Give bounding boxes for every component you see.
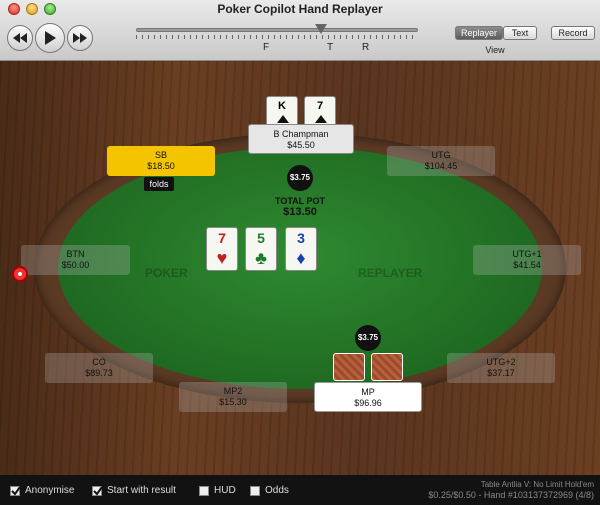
spade-icon [315,115,327,123]
anonymise-label: Anonymise [25,485,75,496]
play-button[interactable] [35,23,65,53]
odds-label: Odds [265,485,289,496]
slider-ticks [136,35,418,39]
table-name: Table Antlia V: No Limit Hold'em [480,480,594,489]
hero-bet-chip: $3.75 [355,325,381,351]
seat-utg-plus-2[interactable]: UTG+2 $37.17 [447,353,555,383]
slider-knob[interactable] [315,24,327,34]
seat-utg[interactable]: UTG $104.45 [387,146,495,176]
total-pot-value: $13.50 [283,206,317,218]
hero-card-back-2 [371,353,403,381]
club-icon: ♣ [255,248,267,268]
board-card-1: 7 ♥ [206,227,238,271]
hero-card-back-1 [333,353,365,381]
seat-mp-hero[interactable]: MP $96.96 [314,382,422,412]
watermark-right: REPLAYER [358,266,423,280]
window-title: Poker Copilot Hand Replayer [217,2,383,16]
anonymise-checkbox[interactable] [10,486,21,496]
action-badge: folds [144,177,174,191]
street-marker-flop: F [263,42,270,53]
bet-chip: $3.75 [287,165,313,191]
rewind-icon [13,33,27,43]
fast-forward-button[interactable] [67,25,93,51]
dealer-button-icon [12,266,28,282]
total-pot-label: TOTAL POT [274,196,325,206]
seat-b-champman[interactable]: B Champman $45.50 [248,124,354,154]
tab-replayer[interactable]: Replayer [455,26,503,40]
heart-icon: ♥ [216,248,228,268]
fast-forward-icon [73,33,87,43]
play-icon [45,31,56,45]
seat-sb[interactable]: SB $18.50 [107,146,215,176]
view-label: View [485,45,505,55]
poker-table-area: POKER REPLAYER K 7 B Champman $45.50 SB … [0,61,600,475]
hud-checkbox[interactable] [199,486,209,496]
odds-checkbox[interactable] [250,486,260,496]
watermark-left: POKER [145,266,188,280]
footer-bar: Anonymise Start with result HUD Odds Tab… [0,475,600,505]
spade-icon [277,115,289,123]
diamond-icon: ♦ [296,248,306,268]
record-button[interactable]: Record [551,26,595,40]
start-with-result-checkbox[interactable] [92,486,103,496]
start-with-result-label: Start with result [107,485,176,496]
board-card-2: 5 ♣ [245,227,277,271]
window-toolbar: Poker Copilot Hand Replayer F T R Replay… [0,0,600,61]
hand-info: $0.25/$0.50 - Hand #103137372969 (4/8) [428,490,594,500]
hud-label: HUD [214,485,236,496]
rewind-button[interactable] [7,25,33,51]
seat-mp2[interactable]: MP2 $15.30 [179,382,287,412]
street-marker-river: R [362,42,370,53]
seat-utg-plus-1[interactable]: UTG+1 $41.54 [473,245,581,275]
hand-progress-slider[interactable] [136,28,418,32]
seat-btn[interactable]: BTN $50.00 [21,245,130,275]
seat-co[interactable]: CO $89.73 [45,353,153,383]
tab-text[interactable]: Text [503,26,537,40]
table-info: Table Antlia V: No Limit Hold'em $0.25/$… [354,479,594,501]
checkmark-icon [93,486,103,496]
board-card-3: 3 ♦ [285,227,317,271]
checkmark-icon [11,486,21,496]
street-marker-turn: T [327,42,334,53]
